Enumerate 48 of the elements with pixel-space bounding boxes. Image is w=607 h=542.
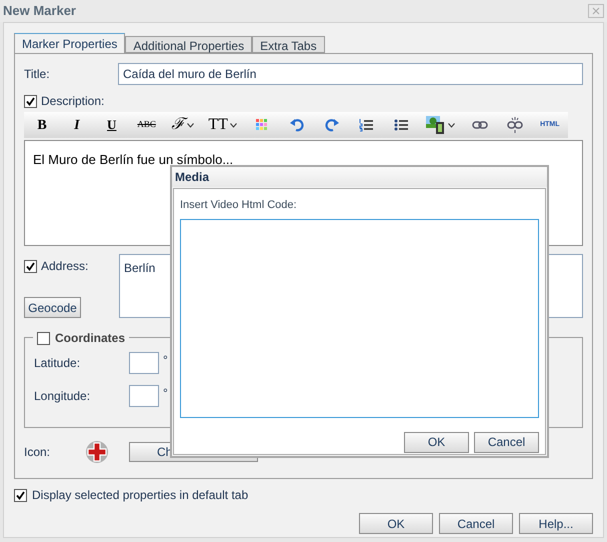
- toolbar-button[interactable]: TT: [206, 113, 239, 137]
- toolbar-button[interactable]: ℱ: [170, 113, 196, 137]
- tab[interactable]: Additional Properties: [125, 36, 252, 53]
- checkbox[interactable]: [24, 260, 37, 272]
- degree-unit: °: [163, 385, 168, 402]
- link-icon: [472, 121, 488, 129]
- coordinate-label: Longitude:: [34, 388, 92, 405]
- address-text: Berlín: [124, 261, 156, 275]
- description-label: Description:: [41, 93, 104, 110]
- dialog-button[interactable]: Cancel: [439, 513, 513, 534]
- toolbar-button[interactable]: [424, 113, 458, 137]
- video-code-field[interactable]: [180, 218, 539, 418]
- dialog-button[interactable]: OK: [359, 513, 433, 534]
- media-icon: [426, 116, 446, 134]
- toolbar-button[interactable]: B: [30, 113, 54, 137]
- coordinate-field[interactable]: [129, 385, 159, 407]
- window-title: New Marker: [3, 2, 76, 20]
- toolbar-button[interactable]: U: [100, 113, 124, 137]
- checkbox[interactable]: [24, 94, 37, 108]
- numbered-list-icon: [359, 118, 374, 132]
- tab[interactable]: Extra Tabs: [252, 36, 325, 53]
- media-label: Insert Video Html Code:: [180, 198, 298, 213]
- toolbar-button[interactable]: I: [64, 113, 89, 137]
- palette-icon: [256, 119, 268, 131]
- undo-icon: [290, 118, 304, 132]
- media-button[interactable]: Cancel: [474, 432, 539, 452]
- dialog-button[interactable]: Help...: [519, 513, 593, 534]
- redo-icon: [324, 118, 339, 132]
- toolbar-button[interactable]: ABC: [134, 113, 159, 137]
- title-label: Title:: [24, 66, 51, 83]
- checkbox[interactable]: [37, 332, 50, 344]
- media-button[interactable]: OK: [404, 432, 469, 452]
- default-tab-label: Display selected properties in default tab: [32, 487, 248, 504]
- coordinate-label: Latitude:: [34, 355, 82, 372]
- media-title: Media: [175, 169, 210, 186]
- icon-label: Icon:: [24, 444, 52, 461]
- degree-unit: °: [163, 352, 168, 369]
- cross-icon: [84, 439, 110, 465]
- tab[interactable]: Marker Properties: [14, 33, 126, 53]
- unlink-icon: [506, 117, 523, 133]
- editor-text: El Muro de Berlín fue un símbolo...: [33, 152, 234, 167]
- coordinate-field[interactable]: [129, 352, 159, 374]
- title-field[interactable]: Caída del muro de Berlín: [118, 63, 583, 85]
- coordinates-legend: Coordinates: [55, 329, 126, 347]
- bullet-list-icon: [394, 118, 408, 132]
- checkbox[interactable]: [14, 488, 27, 502]
- address-label: Address:: [41, 258, 88, 275]
- geocode-button[interactable]: Geocode: [24, 297, 81, 318]
